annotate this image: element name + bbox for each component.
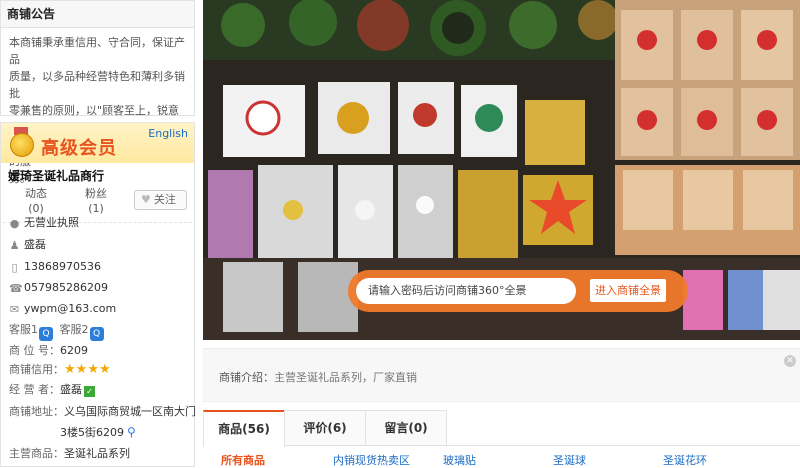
tab-products[interactable]: 商品(56): [203, 410, 285, 447]
address-label: 商铺地址：: [9, 405, 64, 418]
member-card: 高级会员 English 嫒琦圣诞礼品商行 动态 (0) 粉丝 (1) ♥ 关注 …: [0, 122, 196, 467]
map-pin-icon[interactable]: ⚲: [127, 425, 136, 439]
category-wreaths[interactable]: 圣诞花环: [663, 452, 707, 468]
close-icon[interactable]: ✕: [784, 355, 796, 367]
main-label: 主营商品：: [9, 447, 64, 460]
medal-icon: [10, 133, 34, 157]
dynamics-label: 动态: [25, 187, 47, 200]
contact-row: ♟ 盛磊: [9, 237, 46, 253]
shop-name[interactable]: 嫒琦圣诞礼品商行: [1, 163, 194, 184]
category-all[interactable]: 所有商品: [221, 452, 265, 468]
notice-line: 本商铺秉承重信用、守合同，保证产品: [9, 36, 185, 66]
password-input[interactable]: 请输入密码后访问商铺360°全景: [356, 278, 576, 304]
contact-name: 盛磊: [24, 238, 46, 251]
person-icon: ♟: [9, 239, 20, 252]
mobile-number: 13868970536: [24, 260, 101, 273]
english-link[interactable]: English: [148, 127, 188, 140]
intro-content: 主营圣诞礼品系列，厂家直销: [274, 371, 417, 384]
shop-notice: 商铺公告 本商铺秉承重信用、守合同，保证产品 质量，以多品种经营特色和薄利多销批…: [0, 0, 195, 185]
category-window-stickers[interactable]: 玻璃贴: [443, 452, 476, 468]
notice-line: 质量，以多品种经营特色和薄利多销批: [9, 70, 185, 100]
main-products-row: 主营商品：圣诞礼品系列: [9, 446, 130, 462]
tab-reviews[interactable]: 评价(6): [284, 410, 366, 445]
credit-label: 商铺信用：: [9, 363, 64, 376]
booth-number: 6209: [60, 344, 88, 357]
credit-row: 商铺信用：★★★★: [9, 362, 111, 378]
address-row2: 3楼5街6209 ⚲: [60, 424, 136, 440]
follow-label: 关注: [153, 193, 176, 206]
address-line2: 3楼5街6209: [60, 426, 124, 439]
license-row: ● 无营业执照: [9, 215, 79, 231]
fans-stat[interactable]: 粉丝 (1): [71, 186, 121, 216]
operator-row: 经 营 者：盛磊 ✓: [9, 382, 95, 398]
phone-icon: ☎: [9, 282, 23, 295]
license-text: 无营业执照: [24, 216, 79, 229]
service1-label: 客服1: [9, 323, 38, 336]
enter-panorama-button[interactable]: 进入商铺全景: [590, 279, 666, 302]
fans-label: 粉丝: [85, 187, 107, 200]
fans-count: (1): [88, 202, 104, 215]
heart-icon: ♥: [141, 193, 151, 206]
intro-label: 商铺介绍：: [219, 371, 274, 384]
star-icon: ★: [87, 362, 99, 377]
mobile-row: ▯ 13868970536: [9, 259, 101, 275]
address-line1: 义乌国际商贸城一区南大门: [64, 405, 196, 418]
category-domestic[interactable]: 内销现货热卖区: [333, 452, 410, 468]
service-row: 客服1 Q 客服2 Q: [9, 322, 107, 341]
email-row: ✉ ywpm@163.com: [9, 301, 116, 317]
follow-button[interactable]: ♥ 关注: [134, 190, 187, 210]
email-address[interactable]: ywpm@163.com: [24, 302, 116, 315]
qq-icon[interactable]: Q: [39, 327, 53, 341]
member-level: 高级会员: [41, 138, 117, 159]
shop-intro: 商铺介绍：主营圣诞礼品系列，厂家直销 ✕: [203, 348, 800, 402]
operator-label: 经 营 者：: [9, 383, 60, 396]
verified-icon: ✓: [84, 386, 95, 397]
service2-label: 客服2: [59, 323, 89, 336]
main-products: 圣诞礼品系列: [64, 447, 130, 460]
phone-row: ☎057985286209: [9, 280, 108, 296]
shop-stats: 动态 (0) 粉丝 (1) ♥ 关注: [1, 184, 194, 223]
store-panorama-photo: 请输入密码后访问商铺360°全景 进入商铺全景: [203, 0, 800, 340]
category-bar: 所有商品 内销现货热卖区 玻璃贴 圣诞球 圣诞花环: [203, 452, 800, 468]
tab-bar: 商品(56) 评价(6) 留言(0): [203, 410, 800, 447]
notice-title: 商铺公告: [1, 1, 194, 28]
mobile-icon: ▯: [11, 261, 18, 274]
star-icon: ★: [98, 362, 111, 377]
category-christmas-balls[interactable]: 圣诞球: [553, 452, 586, 468]
booth-row: 商 位 号：6209: [9, 343, 88, 359]
operator-name: 盛磊: [60, 383, 82, 396]
address-row: 商铺地址：义乌国际商贸城一区南大门: [9, 404, 196, 420]
dynamics-stat[interactable]: 动态 (0): [11, 186, 61, 216]
booth-label: 商 位 号：: [9, 344, 60, 357]
member-banner: 高级会员 English: [1, 123, 194, 163]
star-icon: ★: [75, 362, 88, 377]
dynamics-count: (0): [28, 202, 44, 215]
email-icon: ✉: [9, 303, 20, 316]
shop-sidebar: 商铺公告 本商铺秉承重信用、守合同，保证产品 质量，以多品种经营特色和薄利多销批…: [0, 0, 196, 467]
license-icon: ●: [9, 217, 20, 230]
phone-number: 057985286209: [24, 281, 108, 294]
star-icon: ★: [64, 362, 76, 377]
qq-icon[interactable]: Q: [89, 327, 104, 341]
tab-messages[interactable]: 留言(0): [365, 410, 447, 445]
intro-text: 商铺介绍：主营圣诞礼品系列，厂家直销: [219, 369, 417, 385]
